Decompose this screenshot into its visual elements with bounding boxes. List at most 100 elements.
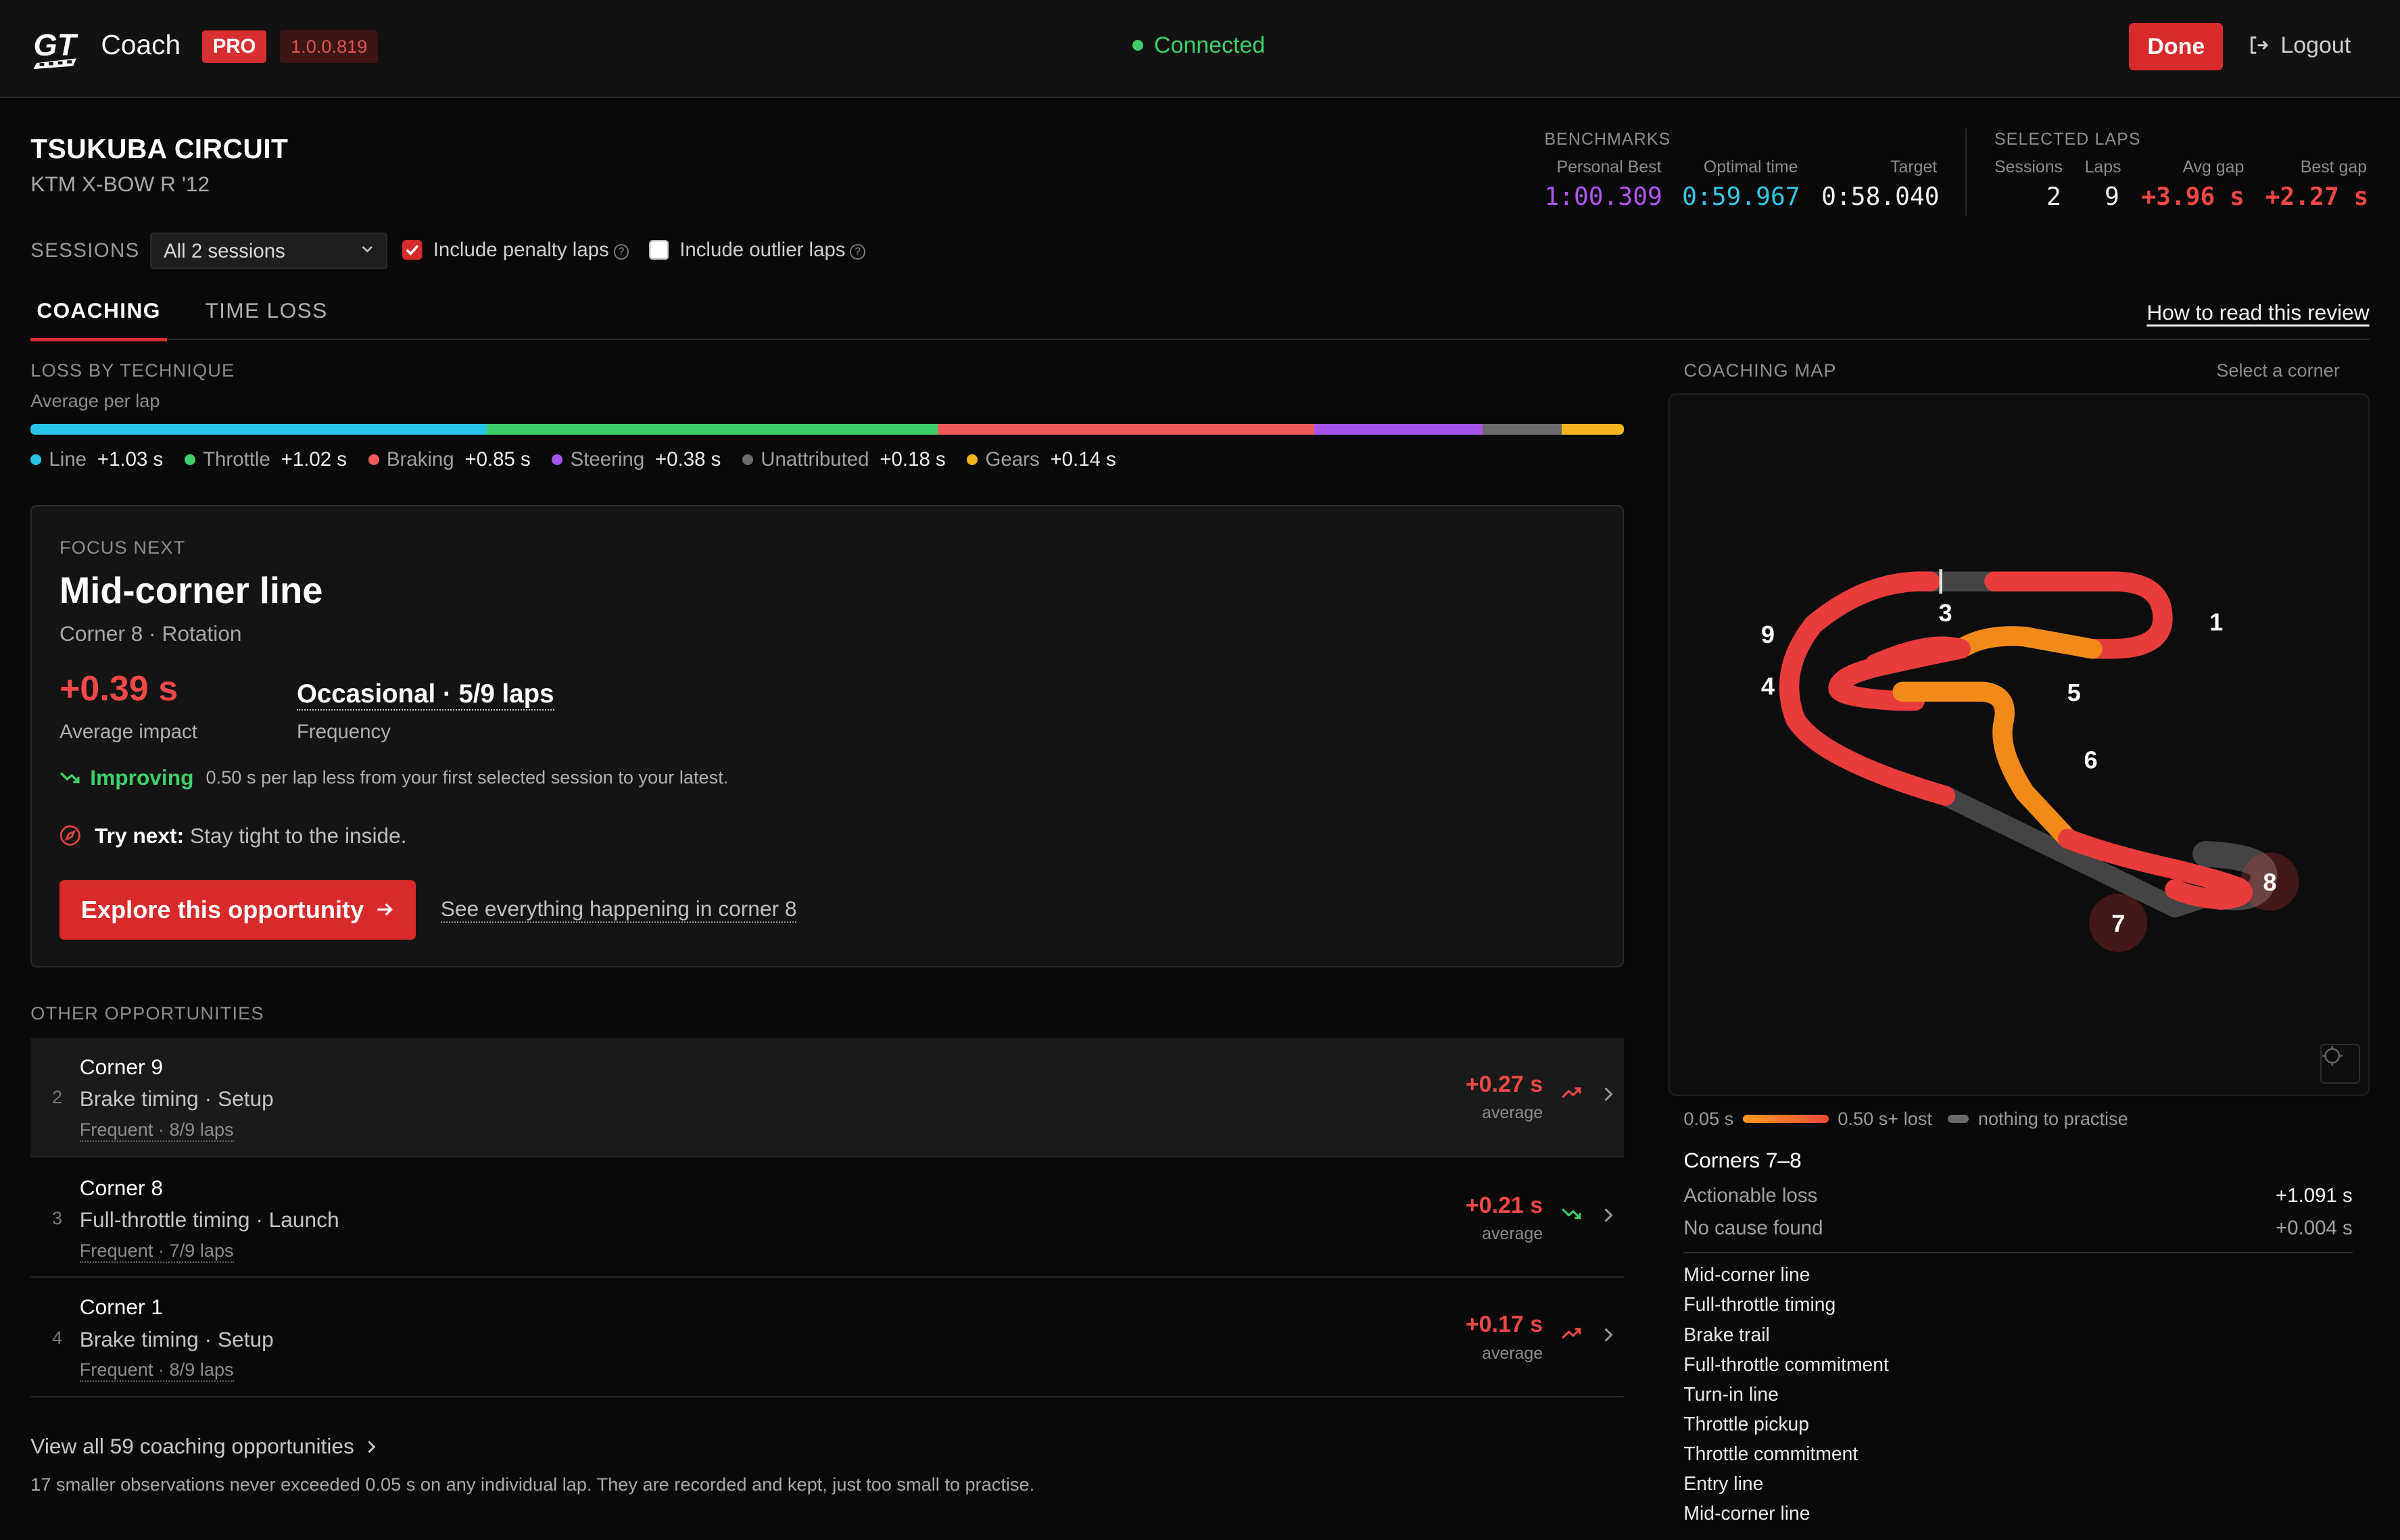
view-all-link[interactable]: View all 59 coaching opportunities xyxy=(30,1434,377,1459)
technique-list-item[interactable]: Full-throttle commitment xyxy=(1683,1349,1888,1379)
chevron-right-icon xyxy=(1604,1208,1614,1222)
tab-coaching[interactable]: COACHING xyxy=(30,298,167,343)
track-segment-3 xyxy=(1950,626,2103,659)
help-icon[interactable]: ? xyxy=(613,243,629,260)
filter-row: SESSIONS All 2 sessions Include penalty … xyxy=(30,233,865,270)
legend-item-line: Line +1.03 s xyxy=(30,448,163,471)
legend-value: +0.18 s xyxy=(880,448,946,471)
opportunity-technique: Full-throttle timing · Launch xyxy=(79,1207,339,1232)
no-cause-value: +0.004 s xyxy=(2276,1216,2353,1239)
gt-logo-icon: GT xyxy=(33,27,78,69)
track-map-svg: 1 3 4 5 6 7 8 9 xyxy=(1761,569,2299,952)
logout-button[interactable]: Logout xyxy=(2249,32,2351,59)
trend-note: 0.50 s per lap less from your first sele… xyxy=(206,767,729,788)
focus-impact-label: Average impact xyxy=(59,721,197,744)
technique-list-item[interactable]: Turn-in line xyxy=(1683,1379,1888,1409)
selection-divider xyxy=(1683,1251,2353,1254)
focus-frequency[interactable]: Occasional · 5/9 laps xyxy=(296,679,554,711)
technique-list-item[interactable]: Full-throttle timing xyxy=(1683,1289,1888,1319)
best-gap-label: Best gap xyxy=(2300,158,2368,177)
recenter-button[interactable] xyxy=(2320,1043,2360,1084)
opportunity-avg-label: average xyxy=(1482,1343,1543,1363)
legend-none: nothing to practise xyxy=(1977,1108,2128,1130)
tab-time-loss[interactable]: TIME LOSS xyxy=(205,298,327,323)
technique-list-item[interactable]: Brake trail xyxy=(1683,1320,1888,1349)
opportunity-delta: +0.21 s xyxy=(1465,1192,1543,1218)
opportunity-row[interactable]: 4 Corner 1 Brake timing · Setup Frequent… xyxy=(30,1278,1625,1398)
corner-label-6: 6 xyxy=(2084,746,2097,773)
view-all-label: View all 59 coaching opportunities xyxy=(30,1434,354,1459)
opportunity-corner: Corner 9 xyxy=(79,1054,163,1079)
coaching-map[interactable]: 1 3 4 5 6 7 8 9 xyxy=(1668,393,2370,1097)
opportunity-corner: Corner 8 xyxy=(79,1175,163,1200)
technique-list-item[interactable]: Mid-corner line xyxy=(1683,1259,1888,1289)
personal-best-label: Personal Best xyxy=(1556,158,1662,177)
technique-list-item[interactable]: Throttle commitment xyxy=(1683,1439,1888,1468)
car-name: KTM X-BOW R '12 xyxy=(30,171,210,196)
legend-value: +0.38 s xyxy=(655,448,721,471)
legend-item-braking: Braking +0.85 s xyxy=(368,448,531,471)
chevron-down-icon xyxy=(362,246,373,254)
legend-max: 0.50 s+ lost xyxy=(1838,1108,1932,1130)
trend-down-icon xyxy=(60,772,80,784)
opportunity-row[interactable]: 2 Corner 9 Brake timing · Setup Frequent… xyxy=(30,1037,1625,1157)
technique-list-item[interactable]: Mid-corner line xyxy=(1683,1498,1888,1528)
loss-by-technique-label: LOSS BY TECHNIQUE xyxy=(30,360,235,381)
laps-count-value: 9 xyxy=(2105,182,2119,212)
track-name: TSUKUBA CIRCUIT xyxy=(30,133,289,164)
actionable-loss-label: Actionable loss xyxy=(1683,1184,1818,1207)
loss-stacked-bar xyxy=(30,424,1625,435)
svg-text:GT: GT xyxy=(34,27,78,62)
legend-value: +1.03 s xyxy=(97,448,164,471)
arrow-right-icon xyxy=(377,903,393,916)
trend-up-icon xyxy=(1562,1328,1581,1339)
technique-list-item[interactable]: Entry line xyxy=(1683,1468,1888,1498)
loss-bar-segment-steering xyxy=(1314,424,1483,435)
opportunity-delta: +0.17 s xyxy=(1465,1312,1543,1338)
legend-dot-icon xyxy=(967,454,978,466)
outlier-laps-checkbox[interactable] xyxy=(648,240,669,260)
no-cause-row: No cause found +0.004 s xyxy=(1683,1217,2352,1240)
focus-impact: +0.39 s xyxy=(59,669,178,709)
explore-opportunity-button[interactable]: Explore this opportunity xyxy=(59,880,416,940)
selection-title: Corners 7–8 xyxy=(1683,1148,1802,1172)
loss-bar-segment-braking xyxy=(938,424,1314,435)
pro-badge: PRO xyxy=(201,30,267,63)
legend-name: Throttle xyxy=(203,448,270,471)
top-bar: GT Coach PRO 1.0.0.819 Connected Done Lo… xyxy=(0,0,2400,98)
selected-laps-label: SELECTED LAPS xyxy=(1994,130,2141,149)
legend-dot-icon xyxy=(742,454,753,466)
sessions-count-label: Sessions xyxy=(1994,158,2063,177)
technique-list-item[interactable]: Throttle pickup xyxy=(1683,1409,1888,1439)
focus-next-label: FOCUS NEXT xyxy=(59,537,186,558)
opportunity-avg-label: average xyxy=(1482,1224,1543,1244)
trend-word: Improving xyxy=(90,765,194,790)
corner-label-9: 9 xyxy=(1761,621,1775,648)
loss-bar-segment-gears xyxy=(1562,424,1625,435)
legend-name: Braking xyxy=(386,448,454,471)
legend-item-gears: Gears +0.14 s xyxy=(967,448,1116,471)
legend-name: Gears xyxy=(985,448,1040,471)
app-root: GT Coach PRO 1.0.0.819 Connected Done Lo… xyxy=(0,0,2400,1540)
logout-label: Logout xyxy=(2280,32,2351,58)
corner-label-7: 7 xyxy=(2111,910,2125,938)
how-to-read-link[interactable]: How to read this review xyxy=(2146,300,2369,325)
loss-bar-segment-unattributed xyxy=(1482,424,1562,435)
opportunity-avg-label: average xyxy=(1482,1103,1543,1123)
corner-label-4: 4 xyxy=(1761,673,1775,700)
focus-subtitle: Corner 8 · Rotation xyxy=(59,621,242,646)
done-button[interactable]: Done xyxy=(2129,22,2224,71)
chevron-right-icon xyxy=(1604,1328,1614,1342)
help-icon[interactable]: ? xyxy=(850,243,865,260)
avg-gap-value: +3.96 s xyxy=(2141,182,2245,212)
trend-down-icon xyxy=(1562,1208,1581,1220)
opportunity-corner: Corner 1 xyxy=(79,1295,163,1320)
opportunity-row[interactable]: 3 Corner 8 Full-throttle timing · Launch… xyxy=(30,1159,1625,1278)
see-corner-link[interactable]: See everything happening in corner 8 xyxy=(440,896,797,923)
tab-bar: COACHING TIME LOSS How to read this revi… xyxy=(30,285,2370,343)
penalty-laps-checkbox[interactable] xyxy=(402,240,423,260)
avg-gap-label: Avg gap xyxy=(2182,158,2245,177)
sessions-select[interactable]: All 2 sessions xyxy=(149,233,387,270)
opportunity-rank: 2 xyxy=(51,1086,63,1108)
other-opportunities-label: OTHER OPPORTUNITIES xyxy=(30,1002,264,1024)
